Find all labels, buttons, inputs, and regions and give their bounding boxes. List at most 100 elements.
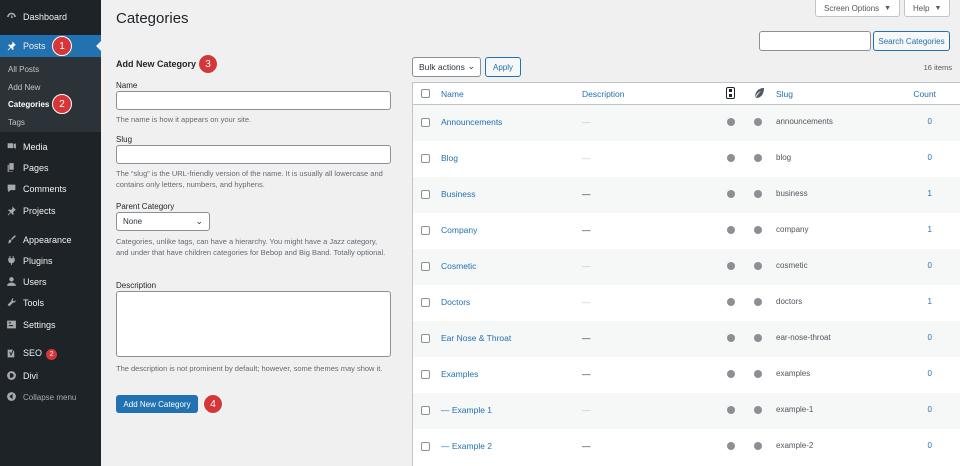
category-count-link[interactable]: 1 <box>912 225 932 234</box>
media-icon <box>6 141 17 152</box>
status-dot-icon <box>754 118 762 126</box>
menu-label: Users <box>23 277 47 287</box>
bulk-actions-select[interactable]: Bulk actions ⌄ <box>412 57 481 77</box>
status-dot-icon <box>727 442 735 450</box>
category-description: — <box>582 369 591 379</box>
submenu-all-posts[interactable]: All Posts <box>8 65 39 74</box>
submenu-add-new[interactable]: Add New <box>8 83 40 92</box>
column-description[interactable]: Description <box>582 89 625 99</box>
menu-label: SEO 2 <box>23 348 58 360</box>
menu-appearance[interactable]: Appearance <box>0 229 101 251</box>
category-name-link[interactable]: Doctors <box>441 297 470 307</box>
search-categories-button[interactable]: Search Categories <box>873 31 950 51</box>
category-count-link[interactable]: 0 <box>912 369 932 378</box>
category-slug: doctors <box>776 297 803 306</box>
submenu-categories[interactable]: Categories <box>8 100 49 109</box>
category-slug: examples <box>776 369 811 378</box>
column-count[interactable]: Count <box>899 89 936 99</box>
row-checkbox[interactable] <box>421 442 430 451</box>
category-name-link[interactable]: Cosmetic <box>441 261 476 271</box>
category-slug: announcements <box>776 117 833 126</box>
category-name-link[interactable]: Blog <box>441 153 458 163</box>
select-all-checkbox[interactable] <box>421 89 430 98</box>
table-row: Company — company 1 <box>413 213 960 249</box>
category-count-link[interactable]: 0 <box>912 405 932 414</box>
column-name[interactable]: Name <box>441 89 464 99</box>
category-name-link[interactable]: Ear Nose & Throat <box>441 333 511 343</box>
menu-posts[interactable]: Posts <box>0 35 101 57</box>
submenu-tags[interactable]: Tags <box>8 118 25 127</box>
menu-label: Media <box>23 142 48 152</box>
table-row: — Example 1 — example-1 0 <box>413 393 960 429</box>
menu-seo[interactable]: SEO 2 <box>0 343 101 365</box>
status-dot-icon <box>754 190 762 198</box>
column-slug[interactable]: Slug <box>776 89 793 99</box>
settings-icon <box>6 319 17 330</box>
pages-icon <box>6 162 17 173</box>
menu-comments[interactable]: Comments <box>0 178 101 200</box>
status-dot-icon <box>727 118 735 126</box>
category-slug: ear-nose-throat <box>776 333 831 342</box>
category-name-link[interactable]: Announcements <box>441 117 502 127</box>
callout-badge-1: 1 <box>52 36 72 56</box>
add-new-category-button[interactable]: Add New Category <box>116 395 198 413</box>
menu-tools[interactable]: Tools <box>0 292 101 314</box>
category-count-link[interactable]: 0 <box>912 333 932 342</box>
apply-button[interactable]: Apply <box>485 57 521 77</box>
description-help: The description is not prominent by defa… <box>116 364 383 373</box>
menu-label: Projects <box>23 206 56 216</box>
row-checkbox[interactable] <box>421 406 430 415</box>
row-checkbox[interactable] <box>421 190 430 199</box>
category-name-link[interactable]: Examples <box>441 369 478 379</box>
menu-users[interactable]: Users <box>0 271 101 293</box>
status-dot-icon <box>727 298 735 306</box>
category-description: — <box>582 261 591 271</box>
screen-options-button[interactable]: Screen Options ▼ <box>815 0 901 17</box>
category-count-link[interactable]: 0 <box>912 441 932 450</box>
category-name-link[interactable]: — Example 2 <box>441 441 492 451</box>
seo-count-badge: 2 <box>46 349 58 360</box>
category-count-link[interactable]: 0 <box>912 153 932 162</box>
name-field[interactable] <box>116 91 391 110</box>
category-name-link[interactable]: Company <box>441 225 477 235</box>
category-count-link[interactable]: 1 <box>912 297 932 306</box>
search-categories-input[interactable] <box>759 31 871 51</box>
category-count-link[interactable]: 1 <box>912 189 932 198</box>
menu-media[interactable]: Media <box>0 136 101 158</box>
description-textarea[interactable] <box>116 291 391 357</box>
row-checkbox[interactable] <box>421 298 430 307</box>
help-button[interactable]: Help ▼ <box>904 0 951 17</box>
status-dot-icon <box>754 442 762 450</box>
seo-icon <box>6 348 17 359</box>
menu-divi[interactable]: Divi <box>0 365 101 387</box>
collapse-menu-button[interactable]: Collapse menu <box>0 386 101 408</box>
slug-field[interactable] <box>116 145 391 164</box>
menu-label: Collapse menu <box>23 392 77 402</box>
menu-projects[interactable]: Projects <box>0 200 101 222</box>
row-checkbox[interactable] <box>421 334 430 343</box>
menu-plugins[interactable]: Plugins <box>0 250 101 272</box>
admin-sidebar: Dashboard Posts All Posts Add New Catego… <box>0 0 101 466</box>
callout-badge-2: 2 <box>52 94 72 114</box>
category-name-link[interactable]: — Example 1 <box>441 405 492 415</box>
users-icon <box>6 276 17 287</box>
row-checkbox[interactable] <box>421 262 430 271</box>
menu-label: Posts <box>23 41 46 51</box>
row-checkbox[interactable] <box>421 154 430 163</box>
menu-pages[interactable]: Pages <box>0 157 101 179</box>
menu-label: Tools <box>23 298 45 308</box>
category-count-link[interactable]: 0 <box>912 261 932 270</box>
category-name-link[interactable]: Business <box>441 189 476 199</box>
status-dot-icon <box>727 190 735 198</box>
row-checkbox[interactable] <box>421 226 430 235</box>
posts-submenu: All Posts Add New Categories Tags <box>0 57 101 132</box>
parent-category-select[interactable]: None ⌄ <box>116 212 210 231</box>
menu-dashboard[interactable]: Dashboard <box>0 6 101 28</box>
name-label: Name <box>116 81 138 90</box>
status-dot-icon <box>727 262 735 270</box>
category-description: — <box>582 225 591 235</box>
row-checkbox[interactable] <box>421 118 430 127</box>
category-count-link[interactable]: 0 <box>912 117 932 126</box>
row-checkbox[interactable] <box>421 370 430 379</box>
menu-settings[interactable]: Settings <box>0 314 101 336</box>
